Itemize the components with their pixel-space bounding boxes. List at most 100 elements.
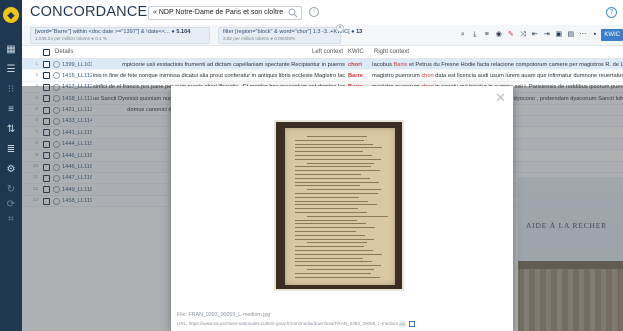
info-icon[interactable]: i — [309, 7, 319, 17]
settings-icon[interactable]: ⚙ — [5, 164, 17, 176]
manuscript-text-line — [295, 147, 382, 149]
manuscript-text-line — [295, 257, 363, 259]
manuscript-text-line — [295, 253, 382, 255]
manuscript-text-line — [307, 162, 374, 164]
more-icon[interactable]: ⋯ — [577, 29, 588, 41]
row-right-highlight: chori — [421, 72, 434, 79]
manuscript-text-line — [295, 227, 375, 229]
header-right-context: Right context — [374, 49, 410, 55]
filter-tool-icon[interactable]: ▤ — [565, 29, 576, 41]
row-checkbox[interactable] — [43, 72, 50, 80]
shuffle-icon[interactable]: ⤨ — [517, 29, 528, 41]
kwic-icon[interactable]: ⁝⁝ — [5, 84, 17, 96]
header-left-context: Left context — [312, 49, 344, 55]
row-left-context: mpiciorie usii exstactiois frumenti ad d… — [122, 61, 345, 68]
sort-left-icon[interactable]: ⇤ — [529, 29, 540, 41]
tag-icon[interactable]: ⌗ — [5, 214, 17, 226]
sort-right-icon[interactable]: ⇥ — [541, 29, 552, 41]
table-row[interactable]: 2 1416_LL112 inis in fine de fete nonque i… — [22, 70, 623, 82]
close-icon[interactable]: ✕ — [495, 91, 506, 104]
manuscript-text-line — [295, 196, 359, 198]
manuscript-text-line — [295, 139, 364, 141]
manuscript-text-line — [295, 151, 363, 153]
query-chips-bar: [word="Barre"] within <doc date >="1397"… — [22, 24, 623, 46]
eye-icon[interactable]: ◉ — [493, 29, 504, 41]
filter-chip-count: 13 — [356, 29, 363, 35]
app-header: CONCORDANCE « NDP Notre-Dame de Paris et… — [22, 0, 623, 25]
download-icon[interactable]: ⤓ — [469, 29, 480, 41]
app-title: CONCORDANCE — [30, 4, 148, 20]
row-doc-id[interactable]: 1416_LL112 — [62, 73, 92, 79]
select-all-checkbox[interactable] — [43, 49, 50, 56]
corpus-search-input[interactable]: « NDP Notre-Dame de Paris et son cloître — [148, 6, 302, 20]
sample-icon[interactable]: ▣ — [553, 29, 564, 41]
image-url[interactable]: URL: https://www.siv.archives-nationales… — [177, 321, 406, 326]
concordance-toolbar: ⌕ ⤓ ≡ ◉ ✎ ⤨ ⇤ ⇥ ▣ ▤ ⋯ ▪ KWIC — [457, 28, 623, 42]
refresh-icon[interactable]: ↻ — [5, 184, 17, 196]
manuscript-text-line — [307, 269, 374, 271]
manuscript-text-line — [295, 193, 378, 195]
manuscript-text-line — [295, 246, 364, 248]
manuscript-text-line — [295, 170, 380, 172]
row-number: 1 — [35, 61, 38, 67]
row-number: 2 — [35, 72, 38, 78]
table-header: Details Left context KWIC Right context — [22, 46, 623, 59]
dashboard-icon[interactable]: ▦ — [5, 44, 17, 56]
view-options-icon[interactable]: ≡ — [481, 29, 492, 41]
image-file-name: File: FRAN_0393_00059_L-medium.jpg — [177, 312, 271, 318]
filter-chip[interactable]: filter [region="block" & word="chor"] 1:… — [218, 24, 362, 44]
manuscript-text-line — [295, 204, 377, 206]
row-checkbox[interactable] — [43, 61, 50, 68]
manuscript-text-line — [295, 155, 372, 157]
row-kwic[interactable]: chori — [348, 62, 362, 68]
row-doc-id[interactable]: 1399_LL103A — [62, 62, 92, 68]
list-icon[interactable]: ≡ — [5, 104, 17, 116]
app-sidebar: ◆ ▦ ☰ ⁝⁝ ≡ ⇅ ≣ ⚙ ↻ ⟳ ⌗ — [0, 0, 22, 331]
row-kwic[interactable]: Barre — [348, 73, 363, 79]
row-right-text: Iacobus — [372, 61, 392, 68]
image-icon[interactable]: ▪ — [589, 29, 600, 41]
query-chip[interactable]: [word="Barre"] within <doc date >="1397"… — [30, 27, 210, 44]
manuscript-image[interactable] — [274, 120, 404, 291]
manuscript-text-line — [295, 181, 379, 183]
manuscript-text-line — [295, 219, 357, 221]
kwic-view-button[interactable]: KWIC — [601, 29, 623, 41]
manuscript-text-line — [295, 177, 370, 179]
table-row[interactable]: 1 1399_LL103A mpiciorie usii exstactiois f… — [22, 59, 623, 71]
close-icon[interactable]: × — [336, 24, 344, 32]
help-icon[interactable]: ? — [606, 7, 617, 18]
header-details: Details — [55, 49, 74, 55]
manuscript-text-line — [295, 166, 371, 168]
logo-icon[interactable]: ◆ — [3, 7, 19, 23]
query-chip-text: [word="Barre"] within <doc date >="1397"… — [35, 29, 170, 35]
sync-icon[interactable]: ⟳ — [5, 199, 17, 211]
manuscript-text-line — [307, 242, 367, 244]
row-right-context: magistro puerorum chori data est licenci… — [372, 73, 623, 79]
query-chip-count: 5.104 — [176, 29, 191, 35]
filter-icon[interactable]: ≣ — [5, 144, 17, 156]
highlight-icon[interactable]: ✎ — [505, 29, 516, 41]
row-right-rest: et Petrus du Fresne Hodie facta relacion… — [409, 61, 623, 68]
manuscript-text-line — [295, 265, 381, 267]
manuscript-text-line — [307, 136, 367, 138]
sort-icon[interactable]: ⇅ — [5, 124, 17, 136]
manuscript-text-line — [295, 185, 360, 187]
row-left-context: inis in fine de fete nonque inimissa dic… — [93, 72, 345, 79]
manuscript-text-line — [307, 189, 381, 191]
manuscript-text-line — [295, 158, 381, 160]
manuscript-text-line — [295, 174, 361, 176]
row-info-icon[interactable] — [53, 72, 60, 80]
search-icon[interactable] — [288, 8, 298, 18]
header-kwic: KWIC — [348, 49, 364, 55]
manuscript-text-line — [295, 238, 374, 240]
concordance-icon[interactable]: ☰ — [5, 64, 17, 76]
filter-chip-text: filter [region="block" & word="chor"] 1:… — [223, 29, 350, 35]
query-chip-stats: 1,045.24 per million tokens ● 0.1 % — [35, 36, 107, 41]
manuscript-text-line — [307, 215, 388, 217]
row-right-text: magistro puerorum — [372, 72, 420, 79]
external-link-icon[interactable] — [408, 321, 415, 327]
manuscript-text-line — [295, 234, 365, 236]
row-right-context: Iacobus Barre et Petrus du Fresne Hodie … — [372, 62, 623, 68]
search-tool-icon[interactable]: ⌕ — [457, 29, 468, 41]
row-info-icon[interactable] — [53, 61, 60, 68]
